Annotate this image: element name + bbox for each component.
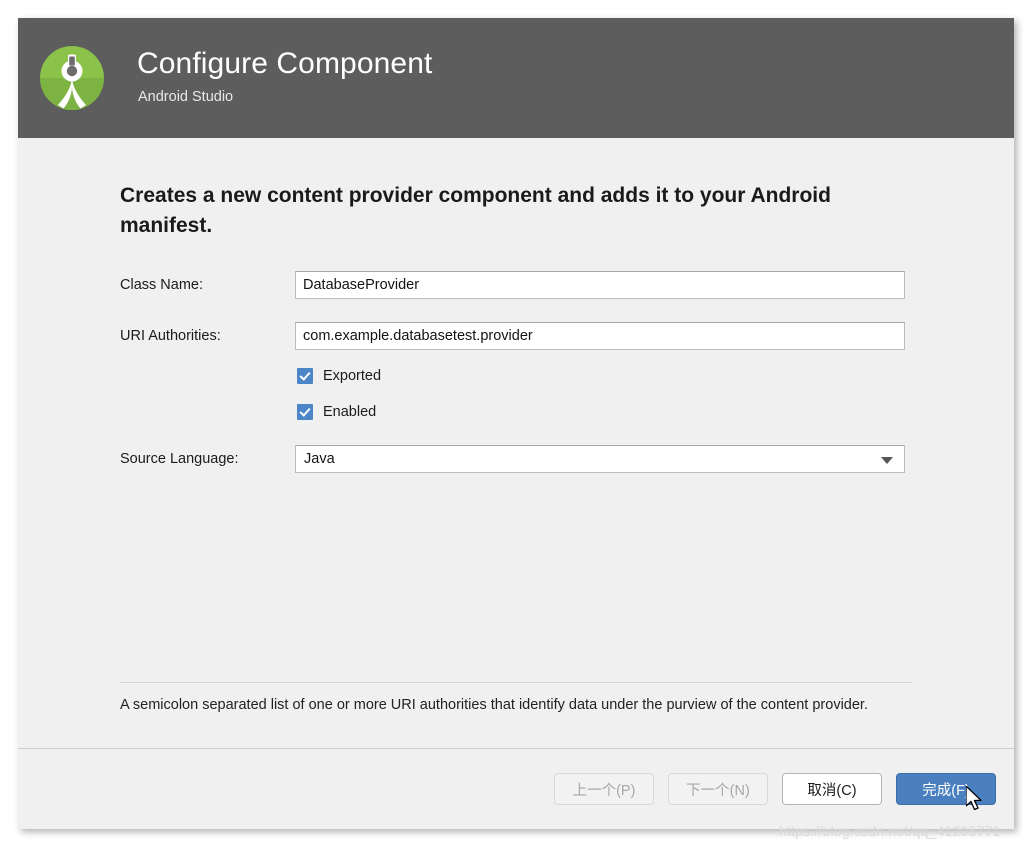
body-heading: Creates a new content provider component… bbox=[120, 181, 880, 241]
label-uri-authorities: URI Authorities: bbox=[120, 328, 295, 344]
help-text: A semicolon separated list of one or mor… bbox=[120, 694, 880, 716]
android-studio-logo-icon bbox=[36, 42, 108, 114]
label-class-name: Class Name: bbox=[120, 277, 295, 293]
finish-button[interactable]: 完成(F) bbox=[896, 773, 996, 805]
checkbox-row-exported[interactable]: Exported bbox=[297, 368, 381, 384]
help-divider bbox=[120, 682, 912, 683]
uri-authorities-input[interactable] bbox=[295, 322, 905, 350]
dialog-body: Creates a new content provider component… bbox=[18, 138, 1014, 748]
configure-component-dialog: Configure Component Android Studio Creat… bbox=[18, 18, 1014, 829]
source-language-select[interactable]: Java bbox=[295, 445, 905, 473]
checkbox-row-enabled[interactable]: Enabled bbox=[297, 404, 376, 420]
page-title: Configure Component bbox=[137, 47, 432, 81]
enabled-checkbox-label: Enabled bbox=[323, 404, 376, 420]
previous-button[interactable]: 上一个(P) bbox=[554, 773, 654, 805]
header-text-block: Configure Component Android Studio bbox=[137, 47, 432, 109]
enabled-checkbox[interactable] bbox=[297, 404, 313, 420]
chevron-down-icon bbox=[881, 457, 893, 464]
form-row-class-name: Class Name: bbox=[120, 271, 905, 299]
label-source-language: Source Language: bbox=[120, 451, 295, 467]
exported-checkbox-label: Exported bbox=[323, 368, 381, 384]
source-language-value: Java bbox=[296, 451, 335, 467]
next-button[interactable]: 下一个(N) bbox=[668, 773, 768, 805]
form-row-uri-authorities: URI Authorities: bbox=[120, 322, 905, 350]
page-subtitle: Android Studio bbox=[138, 87, 432, 107]
form-row-source-language: Source Language: Java bbox=[120, 445, 905, 473]
watermark-text: https://blog.csdn.net/qq_41205771 bbox=[779, 823, 1000, 839]
exported-checkbox[interactable] bbox=[297, 368, 313, 384]
class-name-input[interactable] bbox=[295, 271, 905, 299]
dialog-header: Configure Component Android Studio bbox=[18, 18, 1014, 138]
dialog-footer: 上一个(P) 下一个(N) 取消(C) 完成(F) bbox=[18, 748, 1014, 829]
cancel-button[interactable]: 取消(C) bbox=[782, 773, 882, 805]
